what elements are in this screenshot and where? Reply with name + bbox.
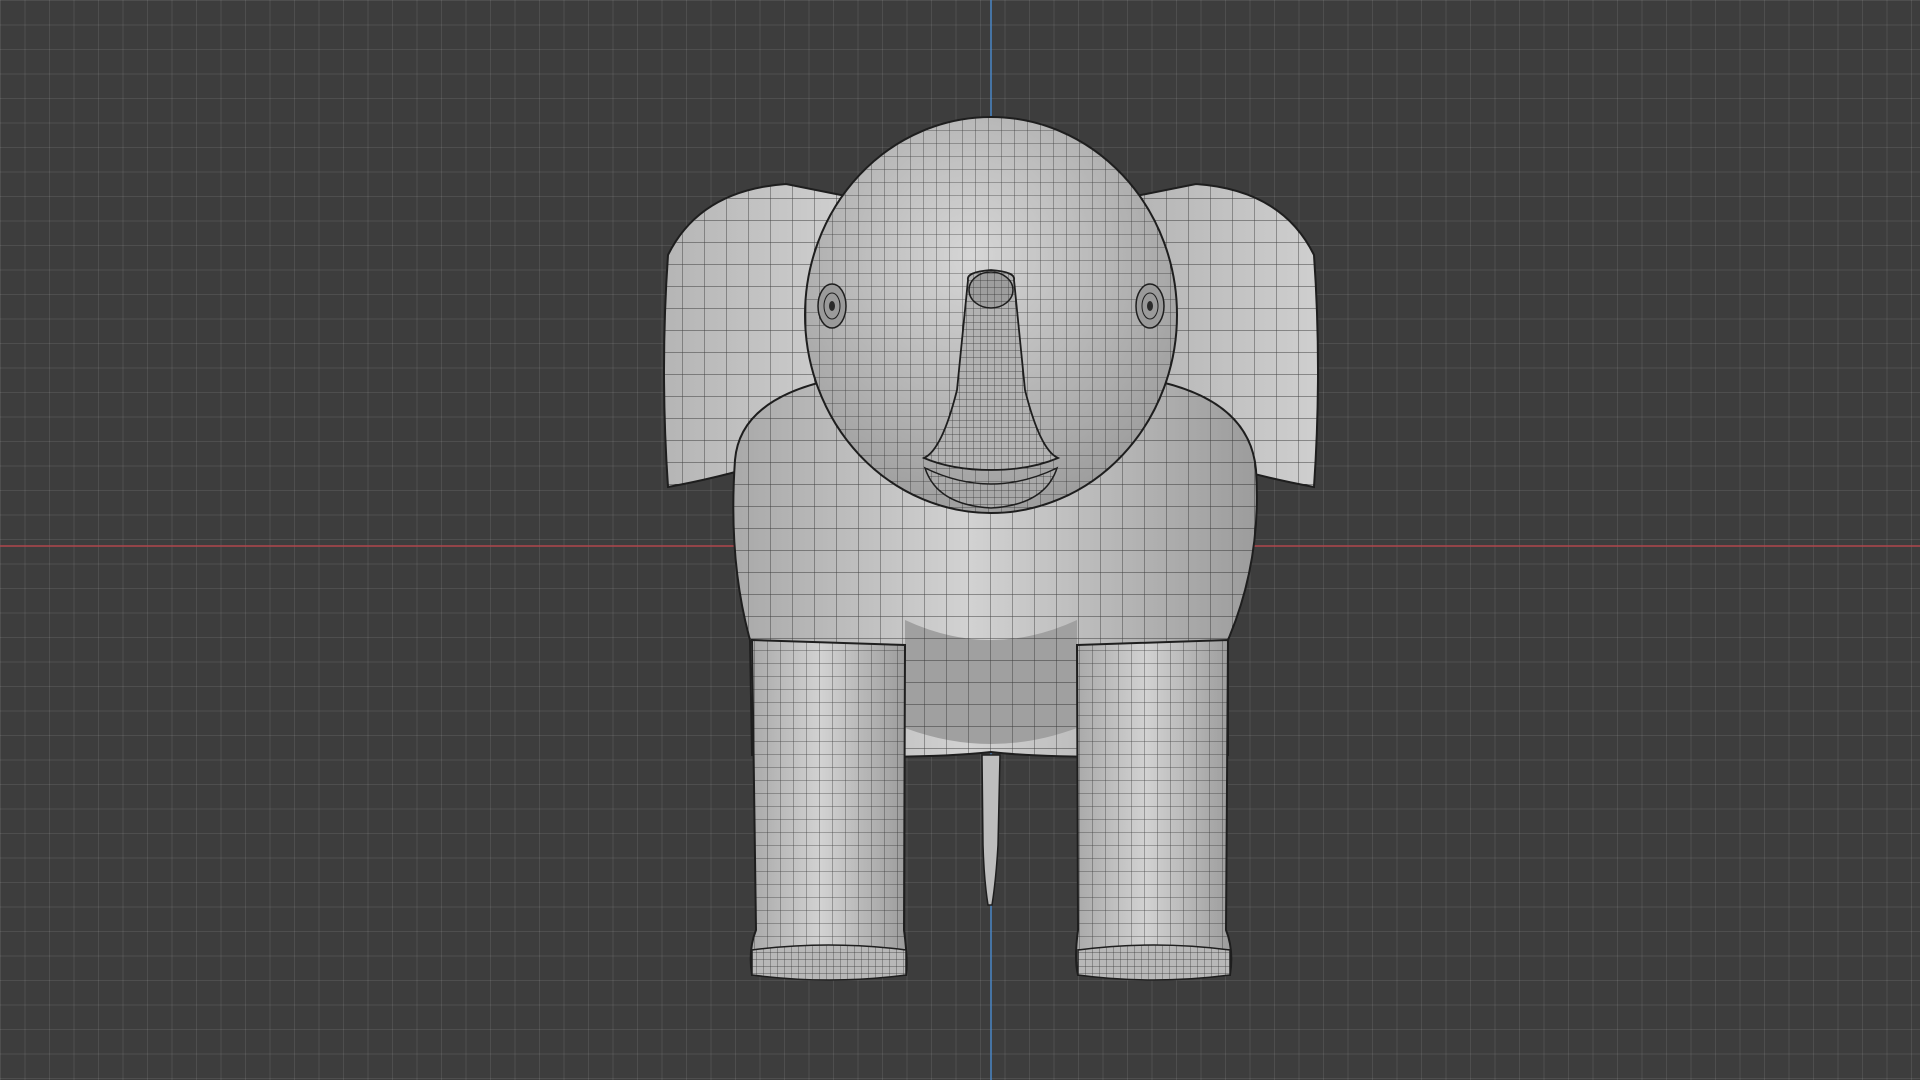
viewport-scene [0,0,1920,1080]
elephant-mesh[interactable] [663,116,1319,981]
right-eye [1135,283,1165,329]
left-leg [749,638,908,981]
left-eye [817,283,847,329]
tail [981,754,1001,906]
3d-viewport[interactable] [0,0,1920,1080]
right-leg [1075,638,1233,981]
